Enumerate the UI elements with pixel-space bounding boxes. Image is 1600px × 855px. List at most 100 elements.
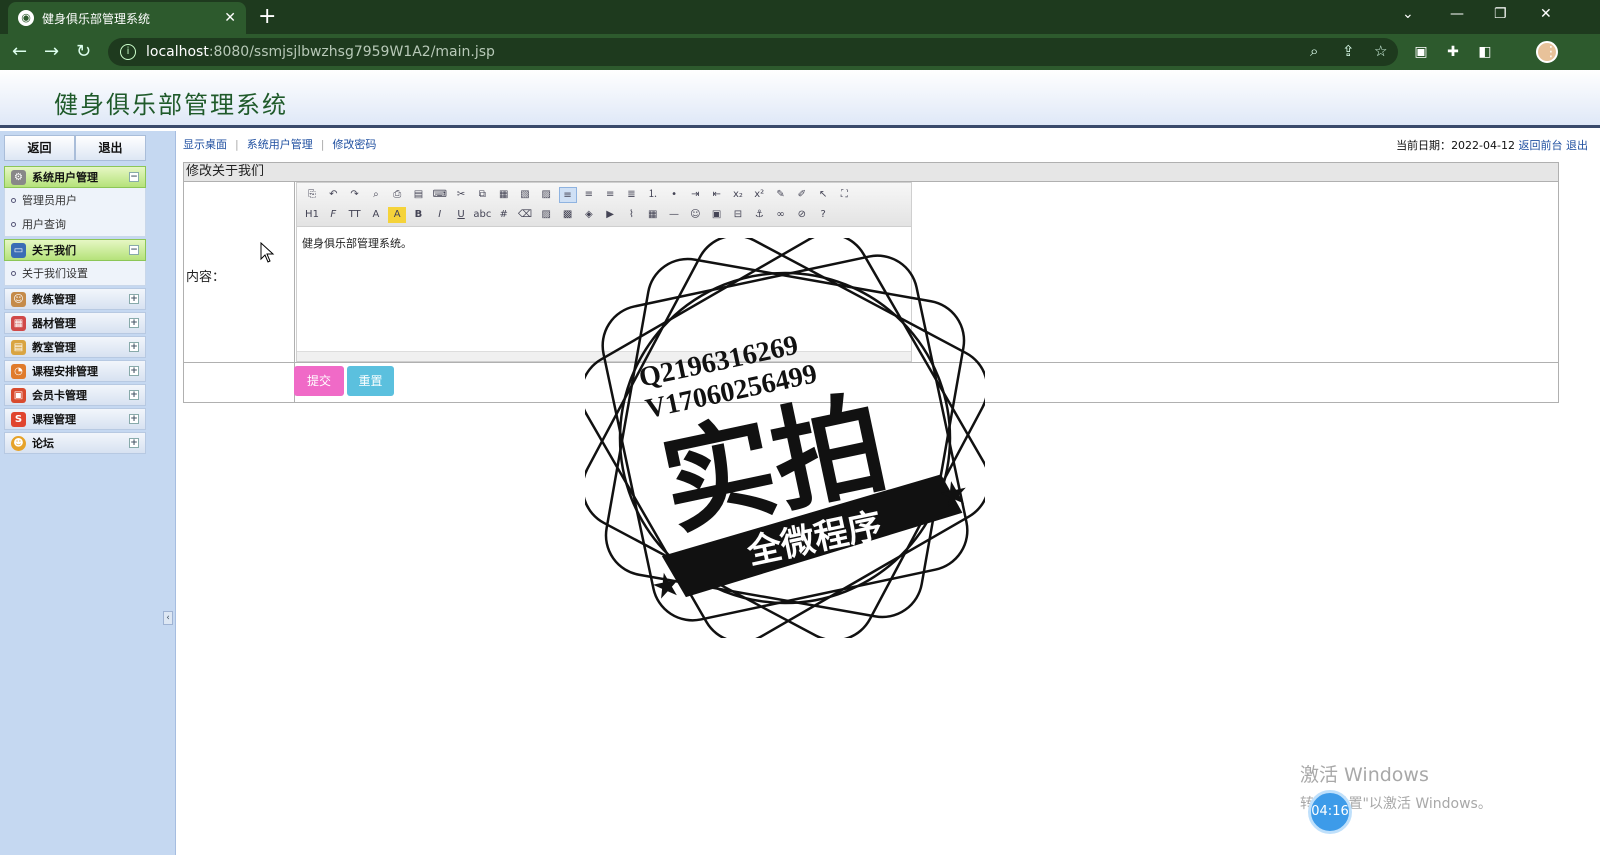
line-height-icon[interactable]: # — [495, 207, 513, 223]
template-icon[interactable]: ▤ — [409, 187, 427, 203]
heading-icon[interactable]: H1 — [303, 207, 321, 223]
font-family-icon[interactable]: F — [324, 207, 342, 223]
info-icon[interactable]: i — [120, 44, 136, 60]
back-to-front-link[interactable]: 返回前台 — [1519, 139, 1563, 152]
back-icon[interactable]: ← — [12, 40, 27, 64]
select-all-icon[interactable]: ✐ — [793, 187, 811, 203]
pointer-icon[interactable]: ↖ — [814, 187, 832, 203]
code-icon[interactable]: ⌨ — [431, 187, 449, 203]
strikethrough-icon[interactable]: abc — [473, 207, 491, 223]
bold-icon[interactable]: B — [409, 207, 427, 223]
page-break-icon[interactable]: ⊟ — [729, 207, 747, 223]
unlink-icon[interactable]: ⊘ — [793, 207, 811, 223]
link-icon[interactable]: ∞ — [772, 207, 790, 223]
window-close-icon[interactable]: ✕ — [1540, 6, 1552, 22]
submit-button[interactable]: 提交 — [294, 366, 344, 396]
nav-change-password[interactable]: 修改密码 — [332, 136, 376, 152]
recording-timer-badge[interactable]: 04:16 — [1308, 790, 1352, 834]
sidebar-item-coach[interactable]: ☺ 教练管理 + — [4, 288, 146, 310]
align-center-icon[interactable]: ≡ — [580, 187, 598, 203]
sidebar-item-member-card[interactable]: ▣ 会员卡管理 + — [4, 384, 146, 406]
sidebar-item-forum[interactable]: ☻ 论坛 + — [4, 432, 146, 454]
media-icon[interactable]: ▶ — [601, 207, 619, 223]
sidebar-item-course[interactable]: S 课程管理 + — [4, 408, 146, 430]
anchor-icon[interactable]: ⚓ — [750, 207, 768, 223]
copy-icon[interactable]: ⧉ — [473, 187, 491, 203]
align-right-icon[interactable]: ≡ — [601, 187, 619, 203]
sidebar-item-about-us[interactable]: ▭ 关于我们 − — [4, 239, 146, 261]
attachment-icon[interactable]: ⌇ — [622, 207, 640, 223]
reset-button[interactable]: 重置 — [347, 366, 394, 396]
help-icon[interactable]: ? — [814, 207, 832, 223]
logout-link[interactable]: 退出 — [1566, 139, 1588, 152]
sidebar-subitem-about-settings[interactable]: 关于我们设置 — [5, 261, 145, 285]
url-input[interactable]: i localhost:8080/ssmjsjlbwzhsg7959W1A2/m… — [108, 38, 1398, 66]
image-icon[interactable]: ▨ — [537, 207, 555, 223]
back-button[interactable]: 返回 — [4, 135, 75, 161]
sidebar-item-schedule[interactable]: ◔ 课程安排管理 + — [4, 360, 146, 382]
zoom-icon[interactable]: ⌕ — [1310, 42, 1318, 60]
menu-icon[interactable]: ⋮ — [1542, 43, 1560, 61]
sidebar-subitem-admin-users[interactable]: 管理员用户 — [5, 188, 145, 212]
expand-icon[interactable]: + — [129, 342, 139, 352]
indent-icon[interactable]: ⇥ — [686, 187, 704, 203]
ordered-list-icon[interactable]: ⒈ — [644, 187, 662, 203]
superscript-icon[interactable]: x² — [750, 187, 768, 203]
paste-text-icon[interactable]: ▧ — [516, 187, 534, 203]
sidebar-collapse-handle[interactable]: ‹ — [163, 611, 173, 625]
sidebar-item-classroom[interactable]: ▤ 教室管理 + — [4, 336, 146, 358]
sidebar-item-equipment[interactable]: ▦ 器材管理 + — [4, 312, 146, 334]
nav-show-desktop[interactable]: 显示桌面 — [183, 136, 227, 152]
unordered-list-icon[interactable]: • — [665, 187, 683, 203]
sidebar-subitem-user-query[interactable]: 用户查询 — [5, 212, 145, 236]
hr-icon[interactable]: — — [665, 207, 683, 223]
multi-image-icon[interactable]: ▩ — [559, 207, 577, 223]
browser-tab[interactable]: ◉ 健身俱乐部管理系统 ✕ — [8, 2, 246, 34]
expand-icon[interactable]: + — [129, 294, 139, 304]
highlight-icon[interactable]: A — [388, 207, 407, 223]
sidebar-item-system-users[interactable]: ⚙ 系统用户管理 − — [4, 166, 146, 188]
font-size-icon[interactable]: TT — [346, 207, 364, 223]
nav-system-users[interactable]: 系统用户管理 — [247, 136, 313, 152]
collapse-icon[interactable]: − — [129, 172, 139, 182]
italic-icon[interactable]: I — [431, 207, 449, 223]
subscript-icon[interactable]: x₂ — [729, 187, 747, 203]
underline-icon[interactable]: U — [452, 207, 470, 223]
close-tab-icon[interactable]: ✕ — [224, 10, 236, 26]
restore-icon[interactable]: ❐ — [1494, 6, 1507, 22]
flash-icon[interactable]: ◈ — [580, 207, 598, 223]
cut-icon[interactable]: ✂ — [452, 187, 470, 203]
justify-icon[interactable]: ≣ — [622, 187, 640, 203]
map-icon[interactable]: ▣ — [708, 207, 726, 223]
reload-icon[interactable]: ↻ — [76, 40, 91, 64]
share-icon[interactable]: ⇪ — [1342, 42, 1355, 60]
expand-icon[interactable]: + — [129, 438, 139, 448]
expand-icon[interactable]: + — [129, 390, 139, 400]
fullscreen-icon[interactable]: ⛶ — [835, 187, 853, 203]
puzzle-icon[interactable]: ✚ — [1444, 43, 1462, 61]
undo-icon[interactable]: ↶ — [324, 187, 342, 203]
outdent-icon[interactable]: ⇤ — [708, 187, 726, 203]
paste-word-icon[interactable]: ▨ — [537, 187, 555, 203]
redo-icon[interactable]: ↷ — [346, 187, 364, 203]
expand-icon[interactable]: + — [129, 414, 139, 424]
tab-search-icon[interactable]: ⌄ — [1402, 6, 1414, 22]
star-icon[interactable]: ☆ — [1374, 42, 1387, 60]
font-color-icon[interactable]: A — [367, 207, 385, 223]
emoticon-icon[interactable]: ☺ — [686, 207, 704, 223]
print-icon[interactable]: ⎙ — [388, 187, 406, 203]
expand-icon[interactable]: + — [129, 366, 139, 376]
eraser-icon[interactable]: ⌫ — [516, 207, 534, 223]
new-tab-icon[interactable]: + — [258, 4, 276, 30]
preview-icon[interactable]: ⌕ — [367, 187, 385, 203]
collapse-icon[interactable]: − — [129, 245, 139, 255]
source-icon[interactable]: ⎘ — [303, 187, 321, 203]
minimize-icon[interactable]: — — [1450, 6, 1464, 22]
extension-icon[interactable]: ▣ — [1412, 43, 1430, 61]
align-left-icon[interactable]: ≡ — [558, 187, 577, 203]
forward-icon[interactable]: → — [44, 40, 59, 64]
paste-icon[interactable]: ▦ — [495, 187, 513, 203]
clear-format-icon[interactable]: ✎ — [772, 187, 790, 203]
table-icon[interactable]: ▦ — [644, 207, 662, 223]
exit-button[interactable]: 退出 — [75, 135, 146, 161]
